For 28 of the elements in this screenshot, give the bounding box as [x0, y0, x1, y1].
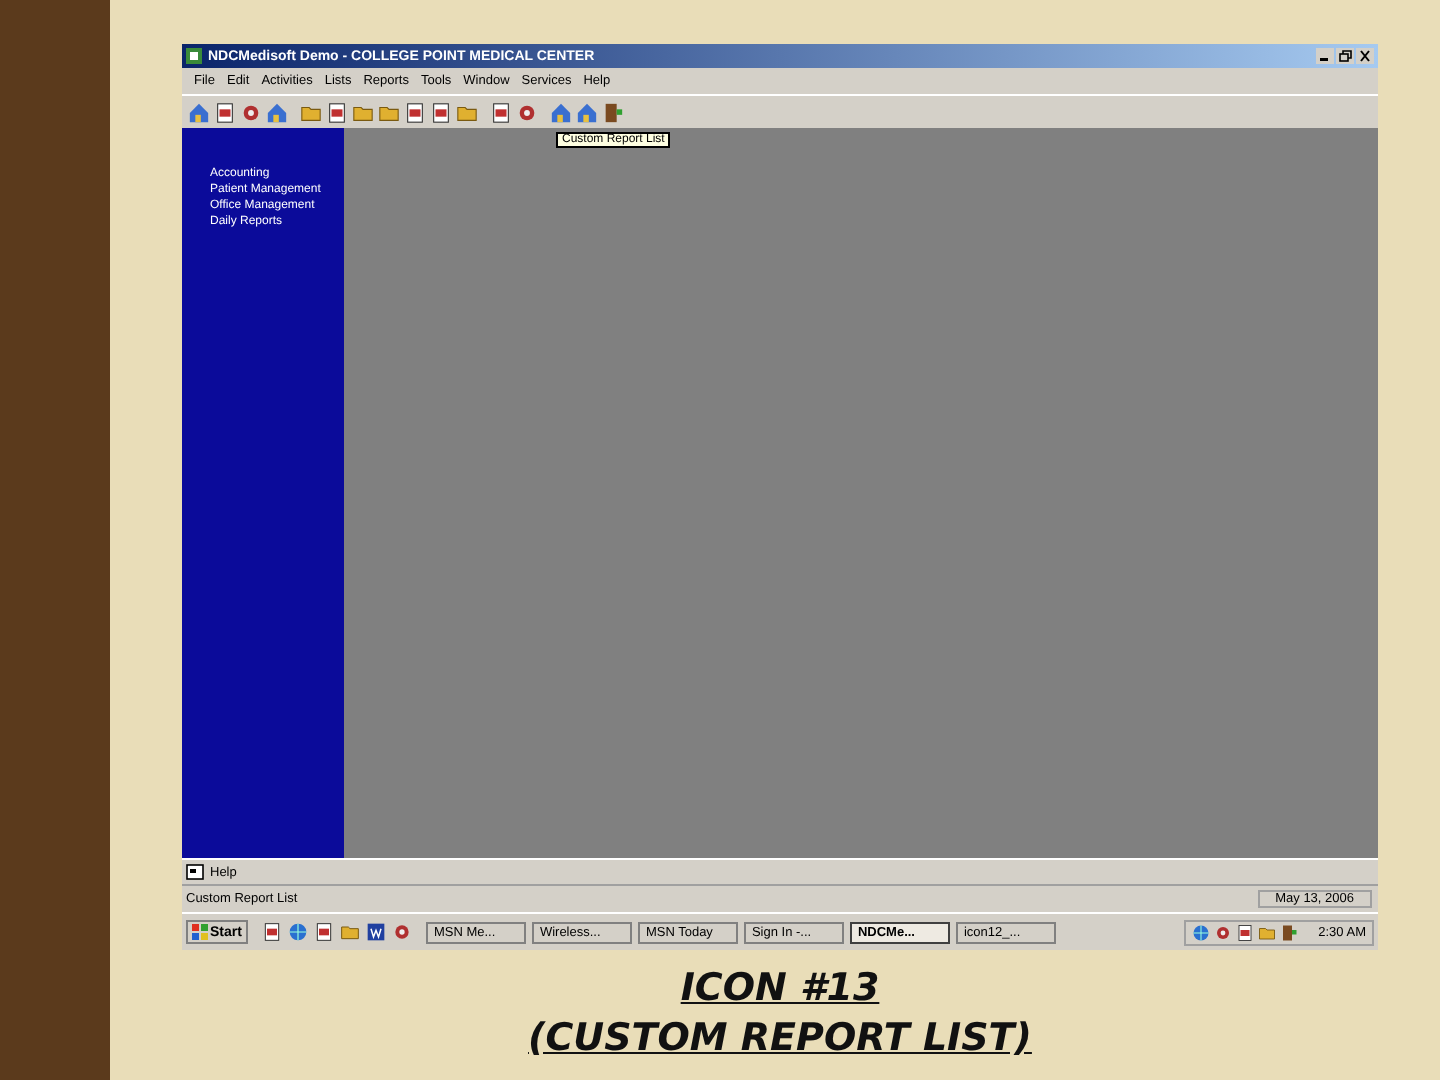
help-icon [186, 864, 204, 880]
house-icon[interactable] [576, 101, 598, 123]
document-icon[interactable] [261, 922, 282, 942]
close-icon[interactable] [1356, 48, 1374, 64]
slide-caption: (CUSTOM REPORT LIST) [528, 1014, 1032, 1064]
document-icon[interactable] [430, 101, 452, 123]
document-icon[interactable] [404, 101, 426, 123]
document-icon[interactable] [326, 101, 348, 123]
document-icon[interactable] [313, 922, 334, 942]
restore-icon[interactable] [1336, 48, 1354, 64]
document-w-icon[interactable] [365, 922, 386, 942]
folder-icon[interactable] [456, 101, 478, 123]
door-icon[interactable] [1280, 923, 1299, 941]
folder-icon[interactable] [1258, 923, 1277, 941]
globe-icon[interactable] [1192, 923, 1211, 941]
folder-icon[interactable] [300, 101, 322, 123]
minimize-icon[interactable] [1316, 48, 1334, 64]
windows-logo-icon [192, 924, 208, 940]
folder-icon[interactable] [378, 101, 400, 123]
folder-icon[interactable] [352, 101, 374, 123]
document-icon[interactable] [1236, 923, 1255, 941]
document-icon[interactable] [490, 101, 512, 123]
slide-caption: ICON #13 [680, 964, 880, 1014]
house-icon[interactable] [266, 101, 288, 123]
document-icon[interactable] [214, 101, 236, 123]
door-icon[interactable] [602, 101, 624, 123]
house-icon[interactable] [550, 101, 572, 123]
app-icon [186, 48, 202, 64]
